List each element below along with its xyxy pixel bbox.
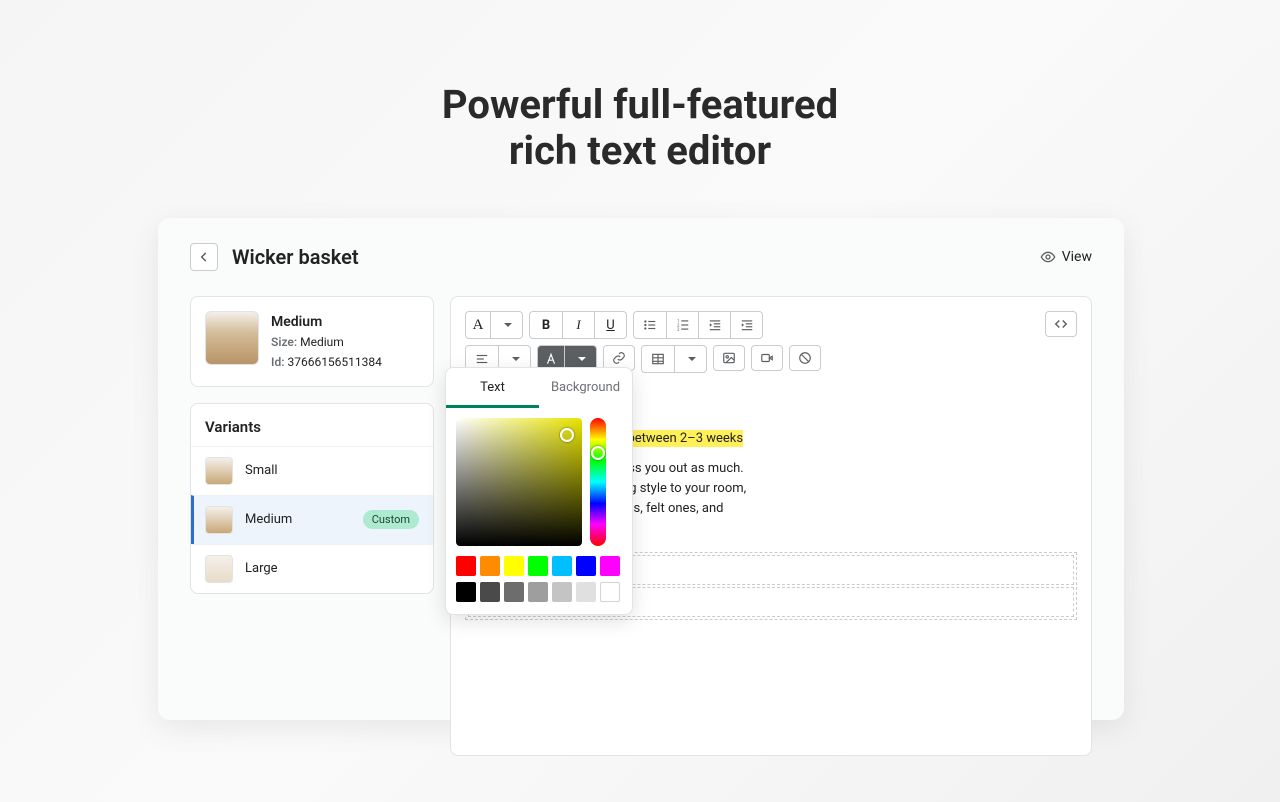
color-swatch[interactable] (504, 556, 524, 576)
clear-format-button[interactable] (789, 345, 821, 371)
swatch-row-grays (446, 582, 632, 602)
toolbar-row-1: A B I U 123 (465, 311, 1077, 339)
video-icon (760, 351, 774, 365)
detail-size-label: Size: (271, 335, 297, 349)
color-swatch[interactable] (504, 582, 524, 602)
image-button[interactable] (713, 345, 745, 371)
variant-row-large[interactable]: Large (191, 544, 433, 593)
color-swatch[interactable] (456, 556, 476, 576)
variants-panel: Variants Small Medium Custom Large (190, 403, 434, 594)
variants-title: Variants (191, 404, 433, 446)
detail-id-label: Id: (271, 355, 284, 369)
view-label: View (1062, 249, 1092, 265)
color-swatch[interactable] (480, 582, 500, 602)
back-button[interactable] (190, 243, 218, 271)
detail-id-value: 37666156511384 (287, 355, 381, 369)
variant-row-small[interactable]: Small (191, 446, 433, 495)
hue-slider[interactable] (590, 418, 606, 546)
variant-label: Large (245, 561, 278, 576)
color-tab-background[interactable]: Background (539, 368, 632, 408)
detail-size-value: Medium (300, 335, 344, 349)
color-swatch[interactable] (600, 556, 620, 576)
text-color-icon (544, 352, 558, 366)
color-tab-text[interactable]: Text (446, 368, 539, 408)
indent-icon (740, 318, 754, 332)
video-button[interactable] (751, 345, 783, 371)
link-icon (612, 351, 626, 365)
hue-cursor[interactable] (591, 446, 605, 460)
product-detail-card: Medium Size: Medium Id: 37666156511384 (190, 296, 434, 387)
hero-line1: Powerful full-featured (0, 82, 1280, 128)
outdent-icon (708, 318, 722, 332)
color-swatch[interactable] (528, 582, 548, 602)
arrow-left-icon (197, 250, 211, 264)
align-left-icon (475, 352, 489, 366)
eye-icon (1040, 249, 1056, 265)
svg-text:3: 3 (677, 327, 680, 332)
color-swatch[interactable] (600, 582, 620, 602)
saturation-cursor[interactable] (560, 428, 574, 442)
app-card: Wicker basket View Medium Size: Medium I… (158, 218, 1124, 720)
source-code-button[interactable] (1045, 311, 1077, 337)
swatch-row-colors (446, 556, 632, 576)
variant-label: Medium (245, 512, 292, 527)
indent-button[interactable] (730, 312, 762, 338)
table-caret[interactable] (674, 346, 706, 372)
detail-name: Medium (271, 311, 382, 333)
page-title: Wicker basket (232, 245, 359, 269)
hero-line2: rich text editor (0, 128, 1280, 174)
color-swatch[interactable] (552, 582, 572, 602)
color-swatch[interactable] (552, 556, 572, 576)
table-button[interactable] (642, 346, 674, 372)
editor-panel: A B I U 123 (450, 296, 1092, 756)
table-icon (651, 352, 665, 366)
image-icon (722, 351, 736, 365)
italic-button[interactable]: I (562, 312, 594, 338)
color-swatch[interactable] (576, 582, 596, 602)
custom-badge: Custom (363, 510, 419, 529)
variant-thumb (205, 506, 233, 534)
color-picker-popover: Text Background (445, 367, 633, 615)
color-swatch[interactable] (576, 556, 596, 576)
variant-thumb (205, 457, 233, 485)
saturation-field[interactable] (456, 418, 582, 546)
outdent-button[interactable] (698, 312, 730, 338)
bullet-list-button[interactable] (634, 312, 666, 338)
hero-title: Powerful full-featured rich text editor (0, 82, 1280, 174)
app-header: Wicker basket View (158, 218, 1124, 296)
variant-label: Small (245, 463, 278, 478)
numbered-list-button[interactable]: 123 (666, 312, 698, 338)
variant-thumb (205, 555, 233, 583)
color-swatch[interactable] (528, 556, 548, 576)
bold-button[interactable]: B (530, 312, 562, 338)
underline-button[interactable]: U (594, 312, 626, 338)
product-thumbnail (205, 311, 259, 365)
font-family-button[interactable]: A (466, 312, 490, 338)
color-swatch[interactable] (480, 556, 500, 576)
bullet-list-icon (643, 318, 657, 332)
code-icon (1054, 317, 1068, 331)
font-family-caret[interactable] (490, 312, 522, 338)
clear-icon (798, 351, 812, 365)
color-swatch[interactable] (456, 582, 476, 602)
numbered-list-icon: 123 (676, 318, 690, 332)
view-button[interactable]: View (1040, 249, 1092, 265)
variant-row-medium[interactable]: Medium Custom (191, 495, 433, 544)
